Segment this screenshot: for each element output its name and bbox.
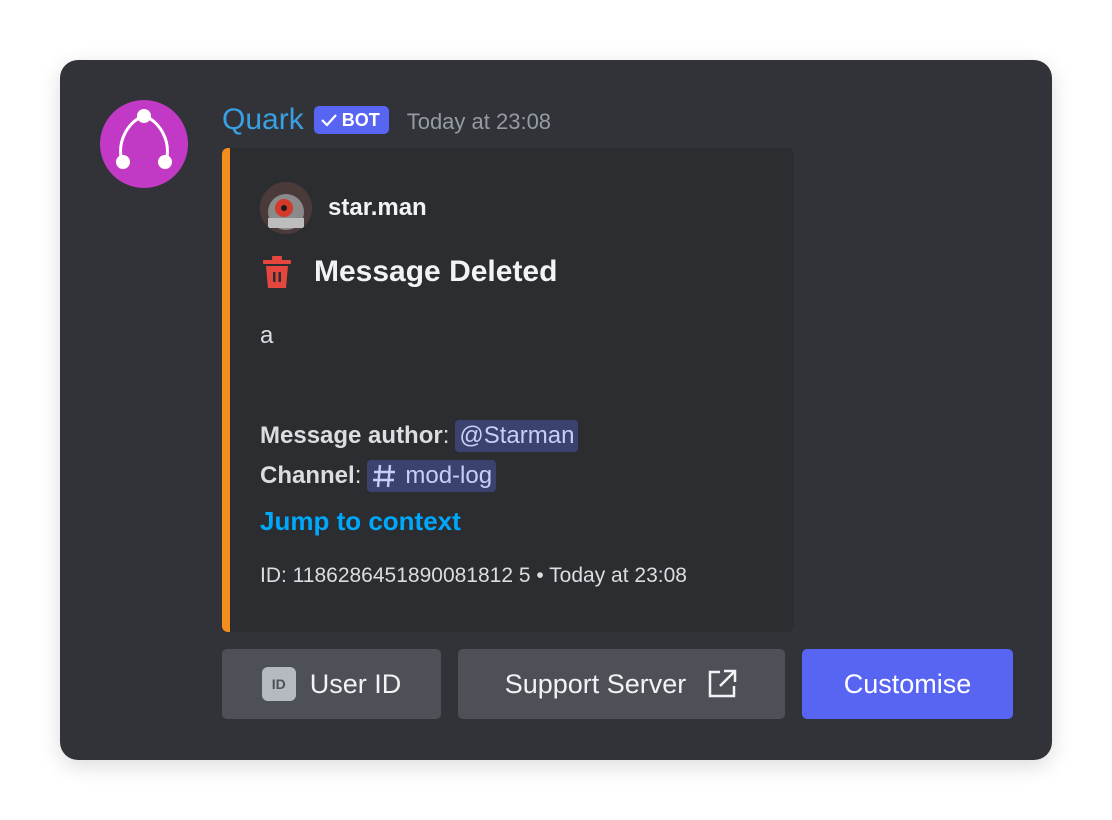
trash-icon xyxy=(263,256,291,288)
embed-footer: ID: 1186286451890081812 5 • Today at 23:… xyxy=(260,564,687,587)
embed-title: Message Deleted xyxy=(314,255,558,288)
field-channel: Channel : mod-log xyxy=(260,460,497,492)
field-separator: : xyxy=(354,462,362,489)
external-link-icon xyxy=(709,669,737,698)
jump-to-context-link[interactable]: Jump to context xyxy=(260,506,461,537)
embed-author-name[interactable]: star.man xyxy=(328,194,427,222)
embed-author: star.man xyxy=(260,182,427,234)
author-avatar-image xyxy=(260,182,312,234)
support-server-button[interactable]: Support Server xyxy=(458,649,785,719)
message-header: Quark BOT Today at 23:08 xyxy=(222,98,551,142)
embed-description: a xyxy=(260,322,274,349)
support-server-button-label: Support Server xyxy=(504,668,687,699)
bot-badge-label: BOT xyxy=(341,109,380,130)
field-label-channel: Channel xyxy=(260,462,355,489)
message-card: Quark BOT Today at 23:08 star.man Messag… xyxy=(60,60,1052,760)
embed-title-row: Message Deleted xyxy=(260,254,557,290)
channel-mention-label: mod-log xyxy=(405,462,493,489)
embed: star.man Message Deleted a Message autho… xyxy=(222,148,794,632)
verified-check-icon xyxy=(320,114,337,127)
message-timestamp[interactable]: Today at 23:08 xyxy=(407,105,551,135)
user-id-button[interactable]: ID User ID xyxy=(222,649,441,719)
bot-username[interactable]: Quark xyxy=(222,103,304,137)
customise-button[interactable]: Customise xyxy=(802,649,1013,719)
user-mention[interactable]: @Starman xyxy=(455,420,579,452)
id-icon: ID xyxy=(261,667,296,701)
bot-avatar[interactable] xyxy=(100,100,188,188)
author-avatar[interactable] xyxy=(260,182,312,234)
channel-mention[interactable]: mod-log xyxy=(367,460,497,492)
customise-button-label: Customise xyxy=(843,668,972,699)
field-message-author: Message author : @Starman xyxy=(260,420,579,452)
bot-badge: BOT xyxy=(313,106,389,134)
quark-logo-icon xyxy=(116,109,172,169)
field-label-author: Message author xyxy=(260,422,443,449)
field-separator: : xyxy=(442,422,450,449)
channel-hash-icon xyxy=(373,464,396,488)
user-id-button-label: User ID xyxy=(309,668,402,699)
